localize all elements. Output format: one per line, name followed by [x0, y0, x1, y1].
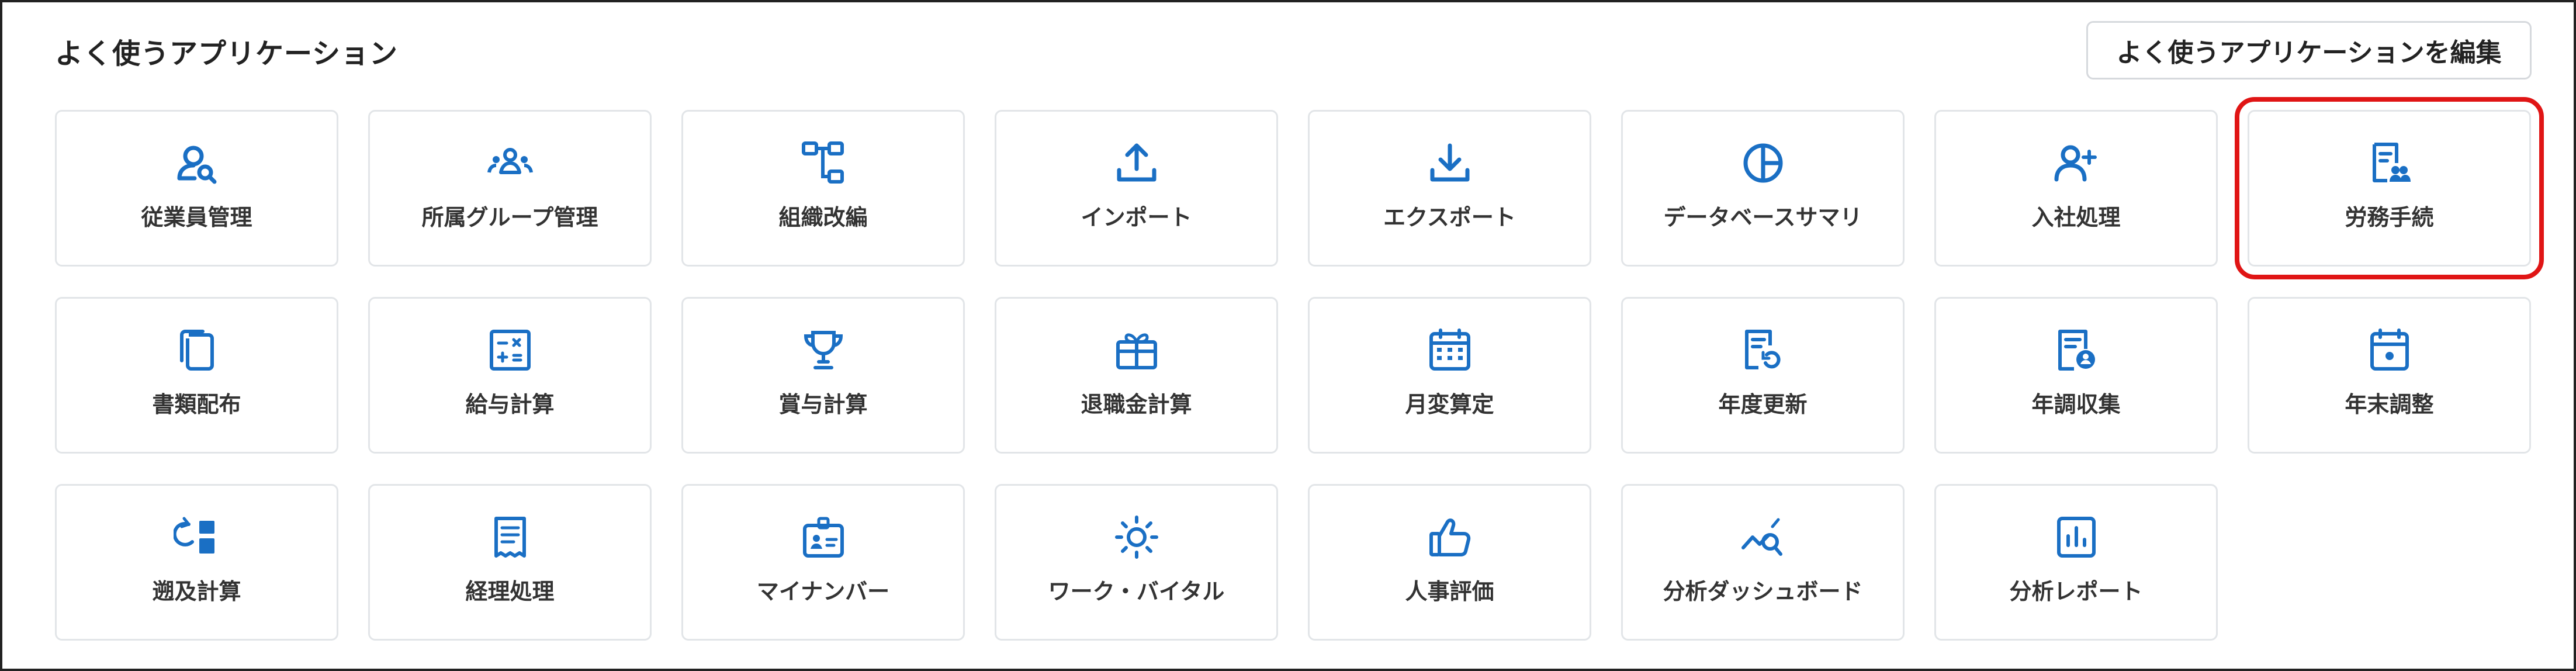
app-tile-label: 労務手続: [2345, 204, 2434, 230]
app-tile[interactable]: 遡及計算: [55, 484, 338, 641]
document-person-icon: [2366, 140, 2413, 186]
app-tile-label: データベースサマリ: [1663, 204, 1862, 230]
app-tile-label: 年度更新: [1718, 391, 1808, 417]
app-tile[interactable]: 分析ダッシュボード: [1621, 484, 1905, 641]
app-tile[interactable]: 組織改編: [681, 110, 965, 267]
app-tile-label: 経理処理: [465, 578, 555, 604]
app-tile-label: 入社処理: [2031, 204, 2121, 230]
app-tile[interactable]: 従業員管理: [55, 110, 338, 267]
app-tile-label: エクスポート: [1383, 204, 1516, 230]
add-person-icon: [2053, 140, 2100, 186]
app-tile[interactable]: 人事評価: [1308, 484, 1591, 641]
app-tile-label: 年末調整: [2345, 391, 2434, 417]
org-tree-icon: [800, 140, 847, 186]
app-tile[interactable]: 所属グループ管理: [368, 110, 652, 267]
app-tile[interactable]: インポート: [995, 110, 1278, 267]
app-tile-label: 退職金計算: [1081, 391, 1192, 417]
app-tile[interactable]: 賞与計算: [681, 297, 965, 454]
app-tile[interactable]: データベースサマリ: [1621, 110, 1905, 267]
app-tile[interactable]: 退職金計算: [995, 297, 1278, 454]
person-search-icon: [174, 140, 220, 186]
app-tile-label: インポート: [1081, 204, 1192, 230]
app-tile-label: 給与計算: [465, 391, 555, 417]
app-tile-label: ワーク・バイタル: [1048, 578, 1225, 604]
thumbs-up-icon: [1427, 514, 1473, 561]
app-tile[interactable]: マイナンバー: [681, 484, 965, 641]
receipt-icon: [487, 514, 534, 561]
bar-report-icon: [2053, 514, 2100, 561]
app-tile[interactable]: 年調収集: [1934, 297, 2218, 454]
upload-icon: [1113, 140, 1160, 186]
app-tile[interactable]: 給与計算: [368, 297, 652, 454]
app-tile-label: 所属グループ管理: [421, 204, 598, 230]
calendar-grid-icon: [1427, 327, 1473, 373]
app-tile[interactable]: 経理処理: [368, 484, 652, 641]
app-tile-label: 分析ダッシュボード: [1663, 578, 1863, 604]
favorite-apps-panel: よく使うアプリケーション よく使うアプリケーションを編集 従業員管理 所属グループ…: [0, 0, 2576, 671]
app-tile[interactable]: エクスポート: [1308, 110, 1591, 267]
app-tile[interactable]: ワーク・バイタル: [995, 484, 1278, 641]
gift-box-icon: [1113, 327, 1160, 373]
app-tile[interactable]: 年度更新: [1621, 297, 1905, 454]
analytics-search-icon: [1740, 514, 1786, 561]
document-user-icon: [2053, 327, 2100, 373]
app-tile[interactable]: 書類配布: [55, 297, 338, 454]
app-tile-label: 書類配布: [152, 391, 241, 417]
app-tile[interactable]: 年末調整: [2248, 297, 2531, 454]
app-tile-label: マイナンバー: [756, 578, 890, 604]
trophy-icon: [800, 327, 847, 373]
app-tile[interactable]: 月変算定: [1308, 297, 1591, 454]
pie-chart-icon: [1740, 140, 1786, 186]
download-icon: [1427, 140, 1473, 186]
app-tile[interactable]: 入社処理: [1934, 110, 2218, 267]
app-tile-label: 組織改編: [778, 204, 868, 230]
app-tile-label: 遡及計算: [152, 578, 241, 604]
app-tile[interactable]: 分析レポート: [1934, 484, 2218, 641]
app-tile-label: 分析レポート: [2009, 578, 2143, 604]
app-tile[interactable]: 労務手続: [2235, 97, 2544, 279]
calendar-dot-icon: [2366, 327, 2413, 373]
app-tile-label: 月変算定: [1405, 391, 1494, 417]
retro-calc-icon: [173, 514, 220, 561]
document-refresh-icon: [1740, 327, 1786, 373]
app-grid: 従業員管理 所属グループ管理 組織改編 インポート エクスポート データベースサマリ 入社処…: [2, 2, 2574, 669]
app-tile-label: 人事評価: [1405, 578, 1494, 604]
app-tile-label: 年調収集: [2031, 391, 2121, 417]
calculator-icon: [487, 327, 534, 373]
sun-icon: [1113, 514, 1160, 561]
copy-documents-icon: [174, 327, 220, 373]
id-card-icon: [800, 514, 847, 561]
app-tile-label: 賞与計算: [778, 391, 868, 417]
app-tile-label: 従業員管理: [141, 204, 252, 230]
group-icon: [487, 140, 534, 186]
